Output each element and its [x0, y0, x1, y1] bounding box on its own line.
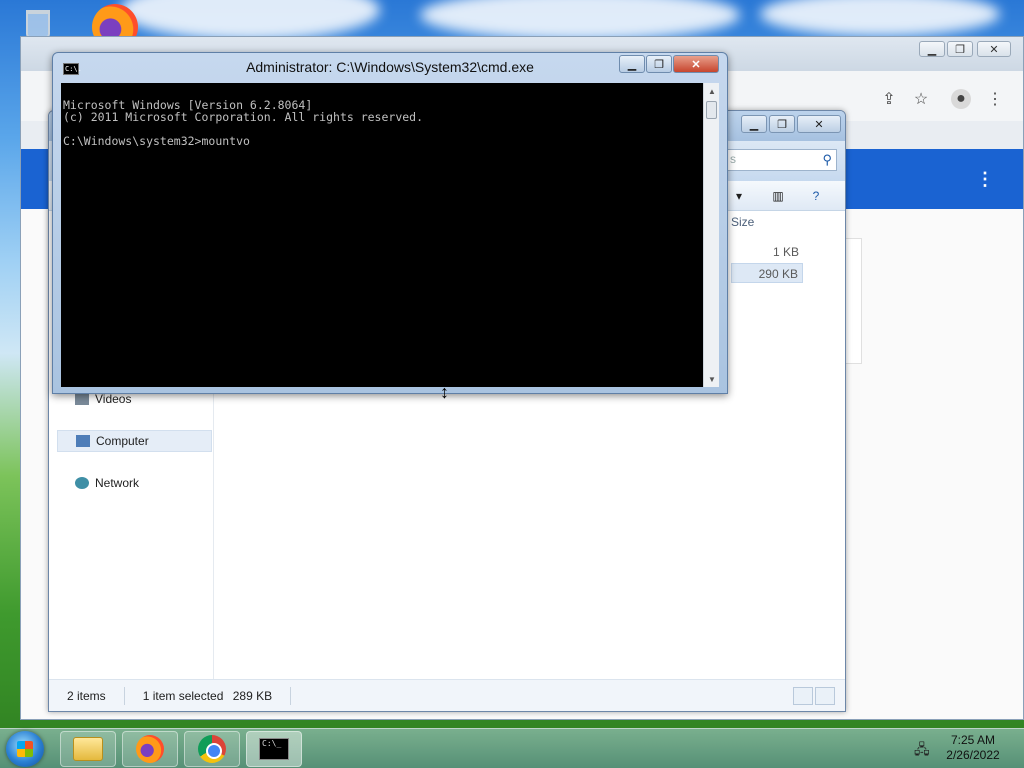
- chrome-icon: [198, 735, 226, 763]
- search-icon[interactable]: ⚲: [822, 152, 832, 168]
- details-view-icon[interactable]: [793, 687, 813, 705]
- sky-cloud: [760, 0, 1000, 36]
- minimize-button[interactable]: ▁: [919, 41, 945, 57]
- clock-time: 7:25 AM: [950, 733, 996, 747]
- scroll-down-arrow-icon[interactable]: ▼: [704, 371, 720, 387]
- preview-pane-icon[interactable]: ▥: [767, 185, 789, 207]
- sky-cloud: [420, 0, 740, 40]
- resize-cursor-icon: ↕: [440, 382, 449, 402]
- view-options-dropdown[interactable]: ▾: [729, 185, 749, 207]
- cmd-minimize-button[interactable]: ▁: [619, 55, 645, 73]
- status-separator: [123, 686, 125, 705]
- file-size-cell-selected[interactable]: 290 KB: [731, 263, 803, 283]
- status-selected-count: 1 item selected: [142, 688, 224, 703]
- status-selection: 1 item selected 289 KB: [143, 689, 272, 703]
- nav-item-network[interactable]: Network: [57, 472, 212, 494]
- cmd-scrollbar[interactable]: ▲ ▼: [703, 83, 719, 387]
- column-header-size[interactable]: Size: [731, 215, 754, 229]
- status-selected-size: 289 KB: [232, 688, 273, 703]
- sky-cloud: [120, 0, 380, 40]
- status-item-count: 2 items: [67, 688, 106, 703]
- nav-label: Videos: [95, 392, 132, 406]
- nav-label: Network: [95, 476, 140, 490]
- cmd-close-button[interactable]: ✕: [673, 55, 719, 73]
- star-icon[interactable]: ☆: [911, 89, 931, 109]
- cmd-maximize-button[interactable]: ❐: [646, 55, 672, 73]
- start-button[interactable]: [6, 731, 44, 767]
- maximize-button[interactable]: ❐: [947, 41, 973, 57]
- file-size-cell[interactable]: 1 KB: [731, 242, 803, 262]
- scroll-up-arrow-icon[interactable]: ▲: [704, 83, 720, 99]
- console-prompt-line: C:\Windows\system32>mountvo: [63, 134, 250, 148]
- console-output[interactable]: Microsoft Windows [Version 6.2.8064] (c) …: [61, 83, 705, 387]
- network-tray-icon[interactable]: 🖧: [914, 739, 932, 757]
- system-clock[interactable]: 7:25 AM 2/26/2022: [942, 733, 1004, 763]
- close-button[interactable]: ✕: [977, 41, 1011, 57]
- clock-date: 2/26/2022: [946, 748, 1000, 762]
- large-icons-view-icon[interactable]: [815, 687, 835, 705]
- explorer-close-button[interactable]: ✕: [797, 115, 841, 133]
- share-icon[interactable]: ⇪: [879, 89, 899, 109]
- taskbar-cmd[interactable]: C:\_: [246, 731, 302, 767]
- status-separator: [290, 686, 292, 705]
- cmd-window[interactable]: C:\. Administrator: C:\Windows\System32\…: [52, 52, 728, 394]
- nav-label: Computer: [96, 434, 149, 448]
- explorer-minimize-button[interactable]: ▁: [741, 115, 767, 133]
- computer-icon: [76, 435, 90, 447]
- folder-icon: [73, 737, 103, 761]
- console-line: (c) 2011 Microsoft Corporation. All righ…: [63, 110, 424, 124]
- taskbar: C:\_ 🖧 7:25 AM 2/26/2022: [0, 728, 1024, 768]
- network-icon: [75, 477, 89, 489]
- search-input[interactable]: s ⚲: [727, 149, 837, 171]
- profile-icon[interactable]: ●: [951, 89, 971, 109]
- status-bar: 2 items 1 item selected 289 KB: [49, 679, 845, 711]
- taskbar-chrome[interactable]: [184, 731, 240, 767]
- nav-item-computer[interactable]: Computer: [57, 430, 212, 452]
- firefox-icon: [136, 735, 164, 763]
- taskbar-explorer[interactable]: [60, 731, 116, 767]
- taskbar-firefox[interactable]: [122, 731, 178, 767]
- scroll-thumb[interactable]: [706, 101, 717, 119]
- recycle-bin-icon[interactable]: [18, 4, 58, 40]
- explorer-maximize-button[interactable]: ❐: [769, 115, 795, 133]
- help-icon[interactable]: ?: [805, 185, 827, 207]
- cmd-icon: C:\_: [259, 738, 289, 760]
- videos-icon: [75, 393, 89, 405]
- kebab-menu-icon[interactable]: ⋮: [985, 89, 1005, 109]
- search-placeholder: s: [730, 152, 736, 166]
- page-menu-icon[interactable]: ⋮: [976, 169, 994, 190]
